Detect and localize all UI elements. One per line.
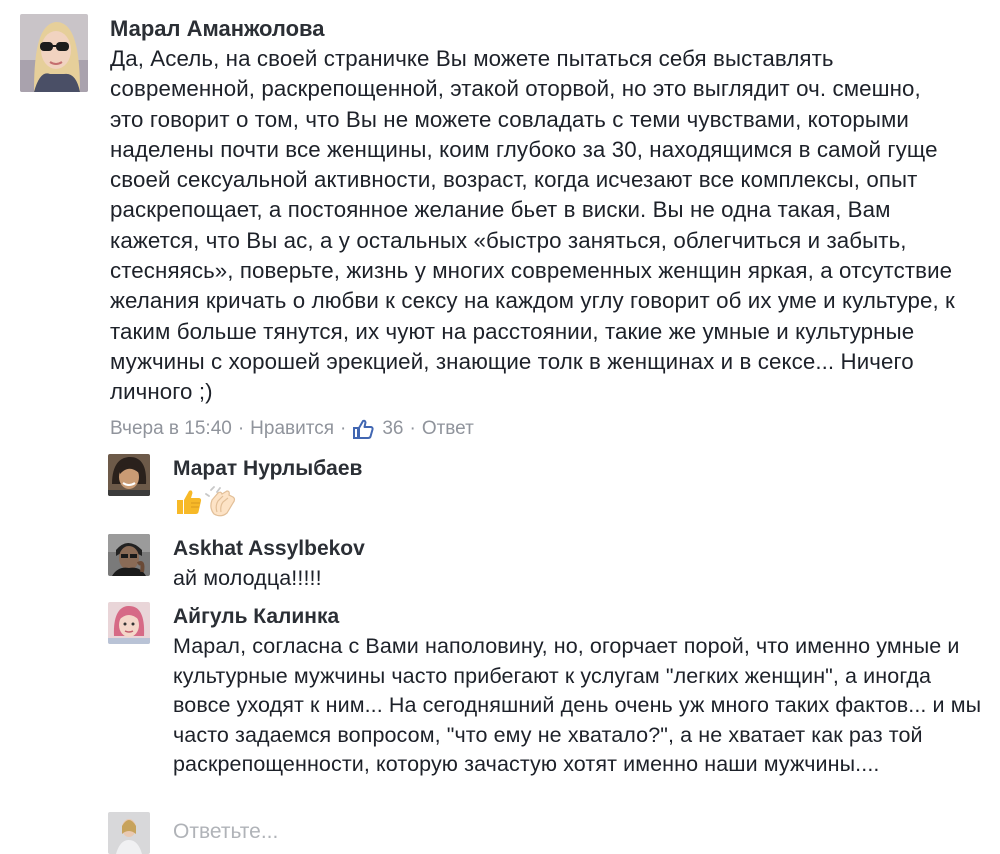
comment-main: Марал Аманжолова Да, Асель, на своей стр… xyxy=(20,14,980,442)
avatar[interactable] xyxy=(108,534,150,576)
timestamp-link[interactable]: Вчера в 15:40 xyxy=(110,416,232,442)
comment-text: Да, Асель, на своей страничке Вы можете … xyxy=(110,46,955,405)
comment-meta: Вчера в 15:40 · Нравится · 36 · Ответ xyxy=(110,416,958,442)
like-button[interactable]: Нравится xyxy=(250,416,334,442)
avatar xyxy=(108,812,150,854)
emoji-row xyxy=(173,486,993,518)
avatar[interactable] xyxy=(108,454,150,496)
thumbs-up-icon xyxy=(173,487,203,517)
comment-author[interactable]: Марал Аманжолова xyxy=(110,14,958,44)
separator: · xyxy=(237,417,245,439)
comment-text: ай молодца!!!!! xyxy=(173,566,322,590)
avatar[interactable] xyxy=(20,14,88,92)
separator: · xyxy=(409,417,416,439)
reply-composer: Ответьте... xyxy=(108,812,278,854)
like-count[interactable]: 36 xyxy=(382,416,403,442)
avatar[interactable] xyxy=(108,602,150,644)
reply-comment: Айгуль Калинка Марал, согласна с Вами на… xyxy=(108,602,993,780)
comment-author[interactable]: Айгуль Калинка xyxy=(173,602,993,632)
comment-author[interactable]: Марат Нурлыбаев xyxy=(173,454,993,484)
clapping-hands-icon xyxy=(205,486,239,518)
separator: · xyxy=(340,417,347,439)
reply-input[interactable]: Ответьте... xyxy=(173,820,278,844)
reply-comment: Askhat Assylbekov ай молодца!!!!! xyxy=(108,534,993,594)
reply-comment: Марат Нурлыбаев xyxy=(108,454,993,518)
reply-button[interactable]: Ответ xyxy=(422,416,474,442)
comment-author[interactable]: Askhat Assylbekov xyxy=(173,534,993,564)
comment-text: Марал, согласна с Вами наполовину, но, о… xyxy=(173,634,982,776)
thumbs-up-icon[interactable] xyxy=(352,419,374,439)
